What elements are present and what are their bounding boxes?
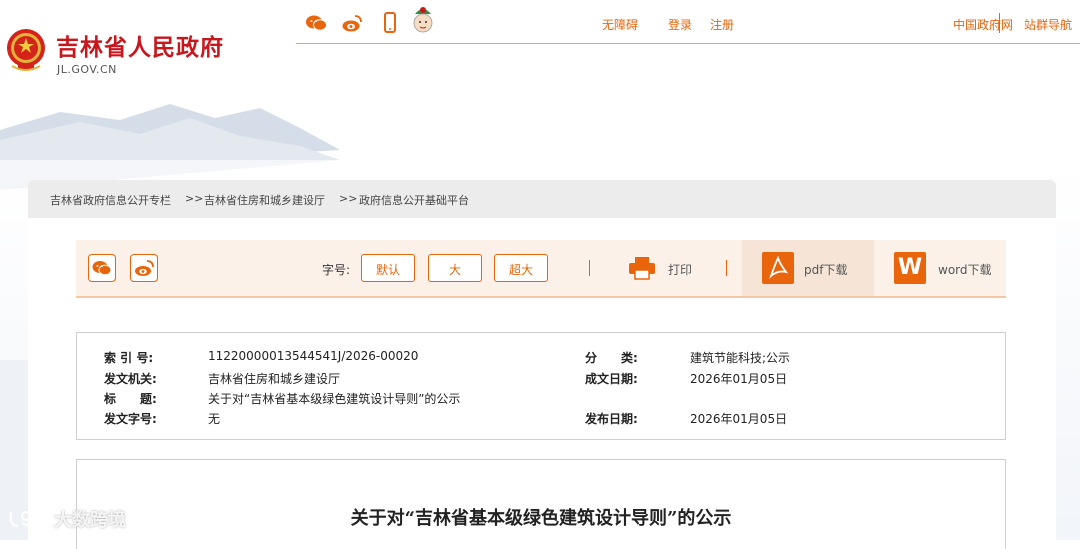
- doc-no-value: 无: [208, 412, 221, 426]
- title-label: 标 题:: [104, 392, 157, 406]
- index-no-value: 11220000013544541J/2026-00020: [208, 349, 419, 363]
- publish-date-value: 2026年01月05日: [690, 412, 788, 426]
- breadcrumb-item-housing-dept[interactable]: 吉林省住房和城乡建设厅: [204, 192, 325, 208]
- breadcrumb-item-info-column[interactable]: 吉林省政府信息公开专栏: [50, 192, 171, 208]
- toolbar-divider: [589, 260, 590, 276]
- document-title: 关于对“吉林省基本级绿色建筑设计导则”的公示: [350, 508, 732, 529]
- font-default-button[interactable]: 默认: [361, 254, 415, 282]
- print-icon[interactable]: [628, 256, 656, 280]
- weibo-icon[interactable]: [341, 12, 363, 34]
- font-xlarge-button[interactable]: 超大: [494, 254, 548, 282]
- doc-no-label: 发文字号:: [104, 412, 157, 426]
- content-panel: 字号: 默认 大 超大 打印 pdf下载 W word下载 索 引 号: 112…: [28, 218, 1056, 549]
- breadcrumb-separator: >>: [339, 192, 358, 205]
- register-link[interactable]: 注册: [710, 16, 734, 33]
- pdf-icon[interactable]: [762, 252, 794, 284]
- breadcrumb-separator: >>: [185, 192, 204, 205]
- font-large-button[interactable]: 大: [428, 254, 482, 282]
- mobile-icon[interactable]: [379, 12, 401, 34]
- word-icon[interactable]: W: [894, 252, 926, 284]
- national-emblem-icon[interactable]: [4, 26, 48, 74]
- mascot-icon[interactable]: [410, 4, 436, 36]
- share-wechat-icon[interactable]: [88, 254, 116, 282]
- date-made-label: 成文日期:: [585, 372, 638, 386]
- breadcrumb: 吉林省政府信息公开专栏 >> 吉林省住房和城乡建设厅 >> 政府信息公开基础平台: [28, 180, 1056, 218]
- pdf-download-label[interactable]: pdf下载: [804, 261, 847, 278]
- publish-date-label: 发布日期:: [585, 412, 638, 426]
- china-gov-link[interactable]: 中国政府网: [953, 16, 1013, 33]
- font-size-label: 字号:: [322, 263, 351, 277]
- print-button[interactable]: 打印: [668, 261, 692, 278]
- article-toolbar: 字号: 默认 大 超大 打印 pdf下载 W word下载: [76, 240, 1006, 298]
- category-value: 建筑节能科技;公示: [690, 351, 791, 365]
- share-weibo-icon[interactable]: [130, 254, 158, 282]
- document-metadata: 索 引 号: 11220000013544541J/2026-00020 分 类…: [76, 332, 1006, 440]
- site-domain: JL.GOV.CN: [57, 63, 117, 76]
- site-header: 吉林省人民政府 JL.GOV.CN 无障碍 登录 注册 中国政府网 站群导航: [0, 0, 1080, 90]
- breadcrumb-item-platform[interactable]: 政府信息公开基础平台: [359, 192, 469, 208]
- accessibility-link[interactable]: 无障碍: [602, 16, 638, 33]
- toolbar-divider: [726, 260, 727, 276]
- issuer-value: 吉林省住房和城乡建设厅: [208, 372, 341, 386]
- site-nav-link[interactable]: 站群导航: [1024, 16, 1072, 33]
- category-label: 分 类:: [585, 351, 638, 365]
- wechat-icon[interactable]: [305, 12, 327, 34]
- site-title[interactable]: 吉林省人民政府: [56, 28, 224, 62]
- top-bar: 无障碍 登录 注册 中国政府网 站群导航: [296, 0, 1080, 44]
- word-download-label[interactable]: word下载: [938, 261, 992, 278]
- issuer-label: 发文机关:: [104, 372, 157, 386]
- index-no-label: 索 引 号:: [104, 351, 154, 365]
- date-made-value: 2026年01月05日: [690, 372, 788, 386]
- pdf-download-area[interactable]: pdf下载: [742, 240, 874, 296]
- document-body: 关于对“吉林省基本级绿色建筑设计导则”的公示: [76, 459, 1006, 549]
- watermark-text: 大数跨境: [54, 510, 126, 531]
- login-link[interactable]: 登录: [668, 16, 692, 33]
- watermark-logo-icon: [9, 511, 45, 527]
- title-value: 关于对“吉林省基本级绿色建筑设计导则”的公示: [208, 392, 461, 406]
